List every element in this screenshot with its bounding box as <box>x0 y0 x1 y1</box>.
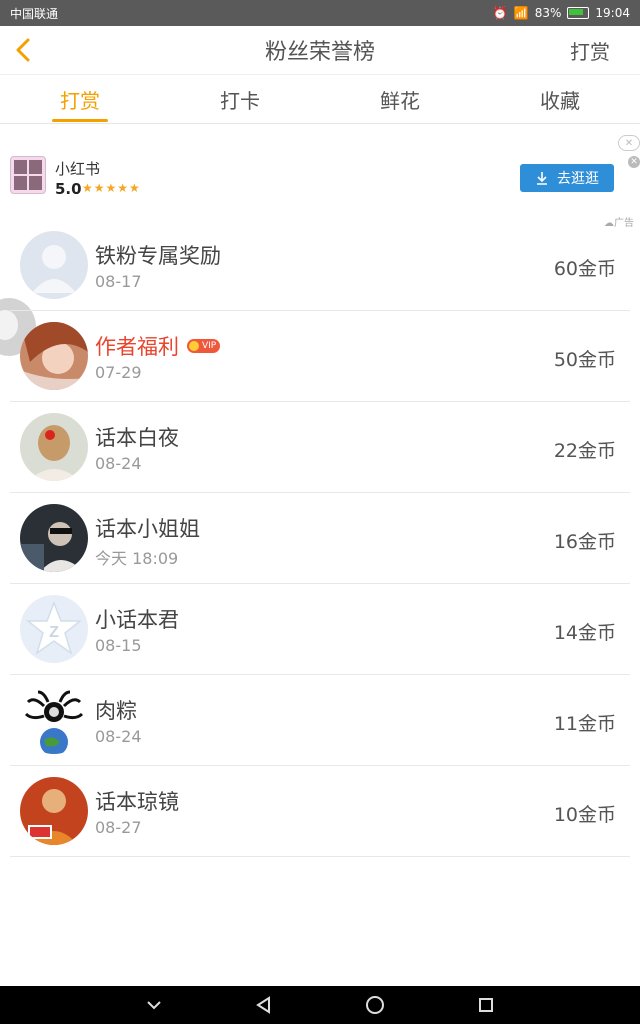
fan-coins: 50金币 <box>553 349 616 371</box>
wifi-icon: 📶 <box>513 6 529 20</box>
reward-button[interactable]: 打赏 <box>570 36 610 65</box>
avatar <box>20 231 88 299</box>
fan-date: 08-24 <box>95 454 142 473</box>
fan-date: 08-17 <box>95 272 142 291</box>
list-item[interactable]: 作者福利 VIP 07-29 50金币 <box>10 311 630 402</box>
fan-name: 话本琼镜 <box>95 790 179 814</box>
fan-name: 作者福利 <box>95 335 179 359</box>
fan-coins: 10金币 <box>553 804 616 826</box>
list-item[interactable]: 铁粉专属奖励 08-17 60金币 <box>10 220 630 311</box>
avatar <box>20 686 88 754</box>
fan-name: 话本小姐姐 <box>95 517 200 541</box>
list-item[interactable]: Z 小话本君 08-15 14金币 <box>10 584 630 675</box>
fan-name-row: 作者福利 VIP <box>95 331 221 361</box>
avatar: Z <box>20 595 88 663</box>
ad-button-label: 去逛逛 <box>557 171 599 187</box>
header-bar: 粉丝荣誉榜 打赏 <box>0 26 640 74</box>
fan-date: 08-24 <box>95 727 142 746</box>
fan-coins: 16金币 <box>553 531 616 553</box>
back-icon[interactable] <box>10 34 38 66</box>
tab-checkin[interactable]: 打卡 <box>212 74 268 124</box>
ad-rating: 5.0 <box>55 180 82 198</box>
fan-date: 08-27 <box>95 818 142 837</box>
svg-text:Z: Z <box>49 624 59 641</box>
ad-open-button[interactable]: 去逛逛 <box>520 164 614 192</box>
page-title: 粉丝荣誉榜 <box>264 40 375 65</box>
system-nav-bar <box>0 986 640 1024</box>
fan-date: 07-29 <box>95 363 142 382</box>
clock: 19:04 <box>595 6 630 20</box>
fan-coins: 14金币 <box>553 622 616 644</box>
ad-stars-icon: ★★★★★ <box>82 181 141 195</box>
list-item[interactable]: 话本白夜 08-24 22金币 <box>10 402 630 493</box>
fan-list: 铁粉专属奖励 08-17 60金币 作者福利 VIP 07-29 50金币 话本… <box>10 220 630 857</box>
avatar <box>20 322 88 390</box>
fan-date: 08-15 <box>95 636 142 655</box>
ad-banner[interactable]: 小红书 5.0 ★★★★★ 去逛逛 ✕ ✕ ☁广告 <box>0 126 640 229</box>
fan-name: 肉粽 <box>95 699 137 723</box>
vip-icon <box>189 341 199 351</box>
fan-date: 今天 18:09 <box>95 549 179 568</box>
battery-icon <box>567 7 590 19</box>
fan-coins: 22金币 <box>553 440 616 462</box>
fan-name: 铁粉专属奖励 <box>95 244 221 268</box>
ad-app-name: 小红书 <box>55 160 101 178</box>
tab-favorites[interactable]: 收藏 <box>532 74 588 124</box>
carrier-label: 中国联通 <box>10 6 59 21</box>
avatar <box>20 413 88 481</box>
ad-close-icon[interactable]: ✕ <box>618 135 640 151</box>
ad-dismiss-icon[interactable]: ✕ <box>628 156 640 168</box>
avatar <box>20 504 88 572</box>
avatar <box>20 777 88 845</box>
fan-name: 话本白夜 <box>95 426 179 450</box>
tab-bar: 打赏 打卡 鲜花 收藏 <box>0 74 640 124</box>
back-triangle-icon[interactable] <box>254 995 274 1015</box>
list-item[interactable]: 话本琼镜 08-27 10金币 <box>10 766 630 857</box>
battery-percent: 83% <box>534 6 562 20</box>
vip-badge: VIP <box>187 339 221 353</box>
status-indicators: ⏰ 📶 83% 19:04 <box>493 6 630 20</box>
chevron-down-icon[interactable] <box>144 995 164 1015</box>
fan-coins: 60金币 <box>553 258 616 280</box>
download-icon <box>537 172 547 185</box>
tab-flowers[interactable]: 鲜花 <box>372 74 428 124</box>
fan-coins: 11金币 <box>553 713 616 735</box>
status-bar: 中国联通 ⏰ 📶 83% 19:04 <box>0 0 640 26</box>
home-circle-icon[interactable] <box>364 994 386 1016</box>
fan-name: 小话本君 <box>95 608 179 632</box>
tab-reward[interactable]: 打赏 <box>52 74 108 124</box>
list-item[interactable]: 肉粽 08-24 11金币 <box>10 675 630 766</box>
recents-square-icon[interactable] <box>476 995 496 1015</box>
list-item[interactable]: 话本小姐姐 今天 18:09 16金币 <box>10 493 630 584</box>
ad-app-icon <box>10 156 46 194</box>
alarm-icon: ⏰ <box>492 6 508 20</box>
